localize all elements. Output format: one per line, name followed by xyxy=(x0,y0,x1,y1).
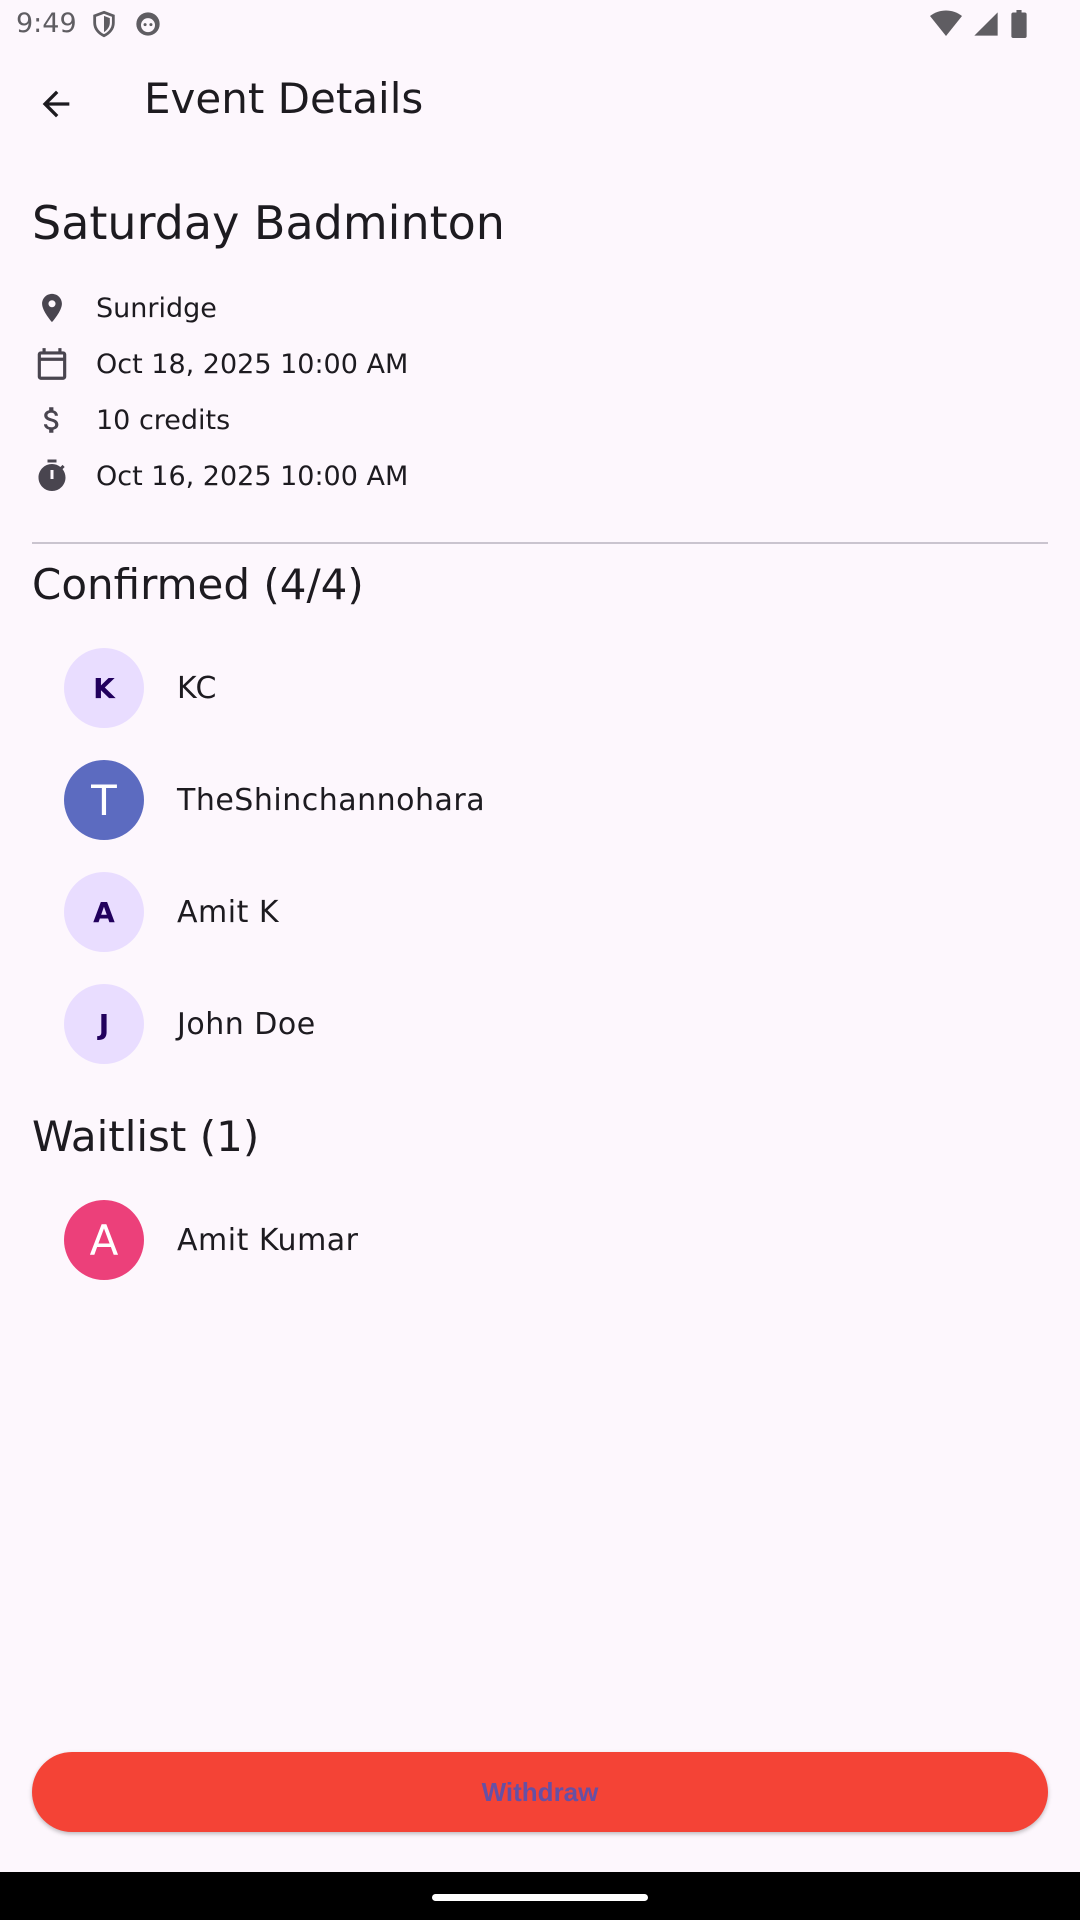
person-name: KC xyxy=(177,670,217,706)
avatar: K xyxy=(64,648,144,728)
list-item[interactable]: J John Doe xyxy=(64,984,315,1064)
list-item[interactable]: A Amit K xyxy=(64,872,279,952)
dollar-icon xyxy=(32,400,72,440)
face-icon xyxy=(134,10,162,38)
page-title: Event Details xyxy=(144,74,424,123)
avatar: T xyxy=(64,760,144,840)
list-item[interactable]: T TheShinchannohara xyxy=(64,760,485,840)
wifi-icon xyxy=(930,10,962,42)
waitlist-title: Waitlist (1) xyxy=(32,1112,260,1161)
event-title: Saturday Badminton xyxy=(32,196,505,250)
withdraw-button[interactable]: Withdraw xyxy=(32,1752,1048,1832)
avatar: J xyxy=(64,984,144,1064)
location-pin-icon xyxy=(32,288,72,328)
person-name: Amit K xyxy=(177,894,280,930)
cell-signal-icon xyxy=(972,10,1000,42)
location-text: Sunridge xyxy=(96,292,217,324)
confirmed-title: Confirmed (4/4) xyxy=(32,560,364,609)
status-right-icons xyxy=(930,10,1028,42)
status-time: 9:49 xyxy=(16,8,77,39)
timer-icon xyxy=(32,456,72,496)
status-bar: 9:49 xyxy=(0,0,1080,48)
back-button[interactable] xyxy=(28,78,84,134)
deadline-text: Oct 16, 2025 10:00 AM xyxy=(96,460,409,492)
person-name: TheShinchannohara xyxy=(177,782,486,818)
cost-text: 10 credits xyxy=(96,404,231,436)
app-bar: Event Details xyxy=(0,48,1080,160)
home-handle[interactable] xyxy=(432,1894,648,1901)
list-item[interactable]: K KC xyxy=(64,648,216,728)
deadline-row: Oct 16, 2025 10:00 AM xyxy=(32,452,408,500)
navigation-bar xyxy=(0,1872,1080,1920)
withdraw-label: Withdraw xyxy=(481,1776,599,1807)
cost-row: 10 credits xyxy=(32,396,230,444)
avatar: A xyxy=(64,1200,144,1280)
avatar: A xyxy=(64,872,144,952)
battery-icon xyxy=(1010,10,1028,42)
shield-icon xyxy=(90,10,118,38)
location-row: Sunridge xyxy=(32,284,217,332)
person-name: Amit Kumar xyxy=(177,1222,359,1258)
date-row: Oct 18, 2025 10:00 AM xyxy=(32,340,408,388)
calendar-icon xyxy=(32,344,72,384)
date-text: Oct 18, 2025 10:00 AM xyxy=(96,348,409,380)
divider xyxy=(32,542,1048,544)
person-name: John Doe xyxy=(177,1006,316,1042)
list-item[interactable]: A Amit Kumar xyxy=(64,1200,358,1280)
arrow-back-icon xyxy=(36,84,76,128)
